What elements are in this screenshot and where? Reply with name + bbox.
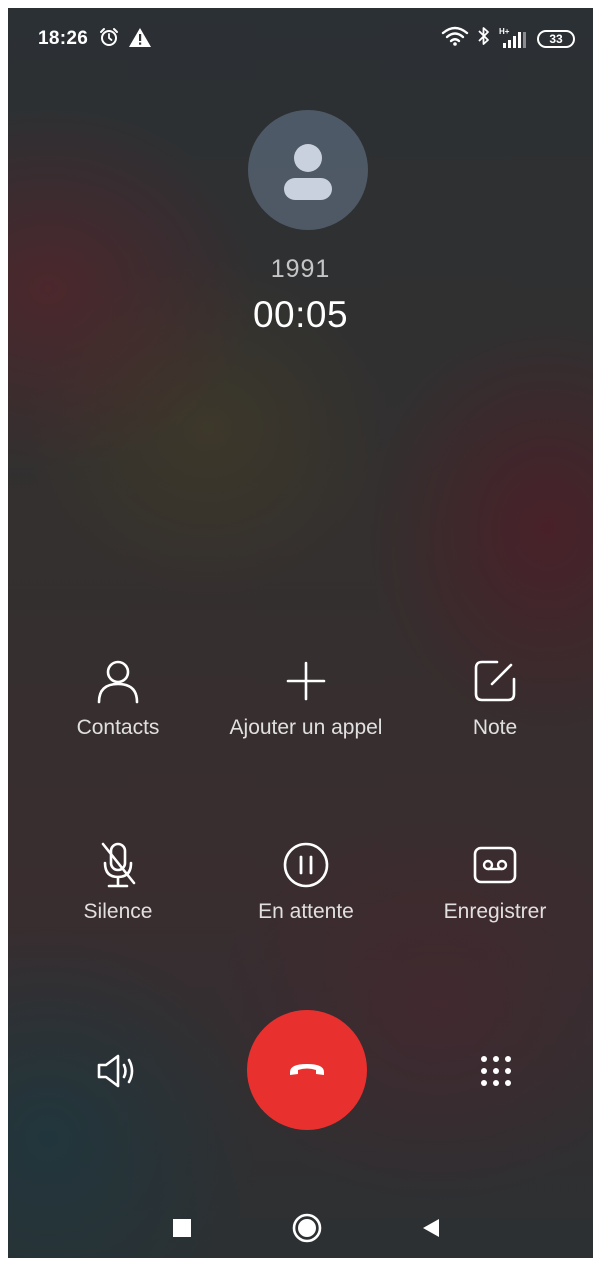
contacts-label: Contacts bbox=[76, 716, 160, 739]
recents-button[interactable] bbox=[162, 1208, 202, 1248]
add-call-label: Ajouter un appel bbox=[229, 716, 383, 739]
record-button[interactable]: Enregistrer bbox=[400, 840, 590, 924]
dialpad-button[interactable] bbox=[471, 1046, 521, 1096]
status-bar: 18:26 H+ 33 bbox=[8, 8, 593, 68]
triangle-back-icon bbox=[423, 1219, 439, 1237]
circle-icon bbox=[292, 1213, 322, 1243]
speaker-icon bbox=[97, 1054, 134, 1088]
caller-avatar bbox=[248, 110, 368, 230]
status-icons: H+ 33 bbox=[441, 26, 575, 51]
speaker-button[interactable] bbox=[92, 1046, 142, 1096]
warning-icon bbox=[129, 28, 151, 52]
status-time: 18:26 bbox=[38, 28, 89, 49]
alarm-icon bbox=[98, 26, 120, 53]
call-screen: 18:26 H+ 33 1991 00:05 Contacts Ajouter … bbox=[8, 8, 593, 1258]
mute-label: Silence bbox=[83, 900, 153, 923]
battery-indicator: 33 bbox=[537, 29, 575, 48]
note-icon bbox=[474, 660, 516, 702]
contacts-button[interactable]: Contacts bbox=[23, 656, 213, 740]
plus-icon bbox=[286, 661, 326, 701]
home-button[interactable] bbox=[287, 1208, 327, 1248]
mute-button[interactable]: Silence bbox=[23, 840, 213, 924]
back-button[interactable] bbox=[411, 1208, 451, 1248]
end-call-button[interactable] bbox=[247, 1010, 367, 1130]
hold-label: En attente bbox=[258, 900, 354, 923]
signal-icon: H+ bbox=[499, 27, 529, 49]
person-icon bbox=[284, 144, 332, 200]
pause-icon bbox=[283, 842, 329, 888]
navigation-bar bbox=[8, 1198, 593, 1258]
microphone-off-icon bbox=[101, 842, 136, 888]
dialpad-icon bbox=[481, 1056, 511, 1086]
caller-number: 1991 bbox=[270, 255, 331, 283]
note-button[interactable]: Note bbox=[400, 656, 590, 740]
note-label: Note bbox=[472, 716, 518, 739]
wifi-icon bbox=[441, 26, 469, 51]
phone-hangup-icon bbox=[290, 1064, 324, 1075]
hold-button[interactable]: En attente bbox=[211, 840, 401, 924]
call-duration: 00:05 bbox=[252, 294, 349, 335]
bluetooth-icon bbox=[477, 26, 491, 51]
add-call-button[interactable]: Ajouter un appel bbox=[211, 656, 401, 740]
square-icon bbox=[173, 1219, 191, 1237]
voicemail-record-icon bbox=[473, 846, 517, 884]
contact-icon bbox=[97, 660, 139, 704]
record-label: Enregistrer bbox=[443, 900, 547, 923]
